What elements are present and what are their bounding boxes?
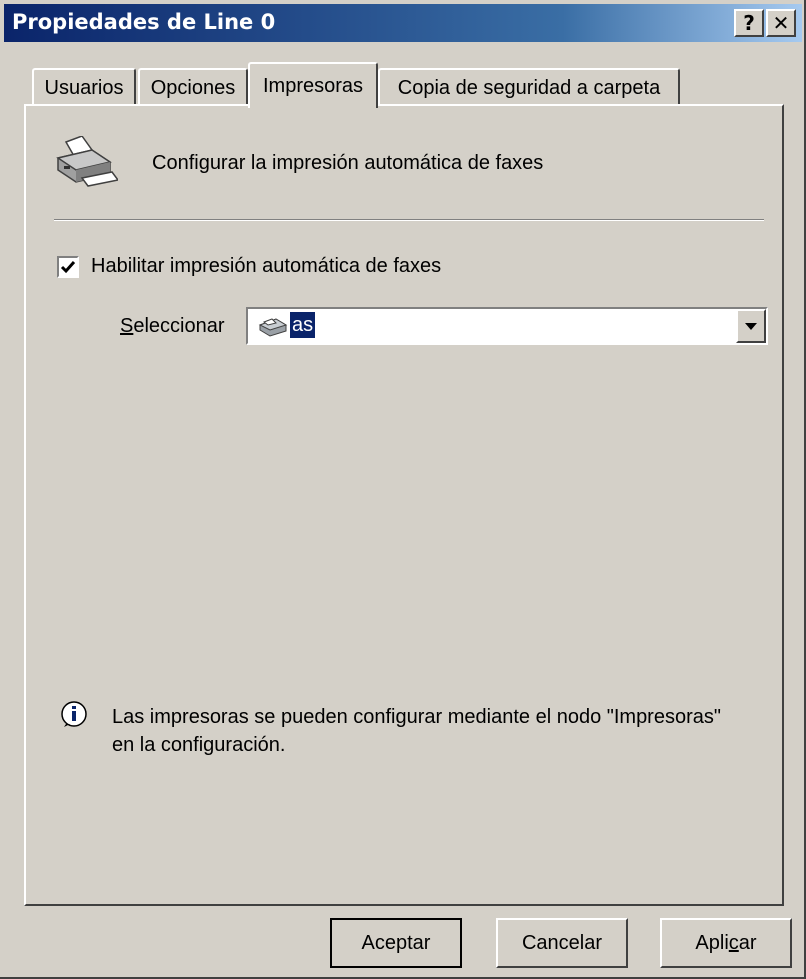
checkmark-icon [60, 261, 76, 274]
info-text-line-1: Las impresoras se pueden configurar medi… [112, 706, 721, 728]
printer-icon [56, 136, 118, 187]
title-bar[interactable]: Propiedades de Line 0 ? ✕ [4, 4, 802, 42]
chevron-down-icon [745, 323, 757, 330]
info-text-line-2: en la configuración. [112, 734, 286, 756]
apply-button[interactable]: Aplicar [660, 918, 792, 968]
help-button[interactable]: ? [734, 9, 764, 37]
selected-printer-value: as [288, 311, 317, 339]
printer-icon [258, 318, 288, 337]
tab-opciones[interactable]: Opciones [138, 68, 248, 106]
enable-auto-print-label[interactable]: Habilitar impresión automática de faxes [91, 255, 441, 278]
tab-copia-de-seguridad[interactable]: Copia de seguridad a carpeta [378, 68, 680, 106]
properties-dialog: Propiedades de Line 0 ? ✕ Usuarios Opcio… [0, 0, 806, 979]
header-divider [54, 219, 764, 221]
cancel-button[interactable]: Cancelar [496, 918, 628, 968]
apply-hotkey: c [728, 932, 739, 954]
select-label-rest: eleccionar [133, 315, 225, 337]
tab-impresoras[interactable]: Impresoras [248, 62, 378, 108]
info-icon [61, 701, 87, 727]
page-header-text: Configurar la impresión automática de fa… [152, 152, 544, 174]
dropdown-arrow-button[interactable] [736, 309, 766, 343]
apply-label-pre: Apli [695, 932, 729, 954]
hotkey-letter: S [120, 315, 134, 337]
tab-panel-impresoras [24, 104, 784, 906]
tab-usuarios[interactable]: Usuarios [32, 68, 136, 106]
printer-select[interactable]: as [246, 307, 768, 345]
apply-label-post: ar [738, 932, 757, 954]
close-button[interactable]: ✕ [766, 9, 796, 37]
select-printer-label: Seleccionar [120, 315, 225, 338]
window-title: Propiedades de Line 0 [12, 10, 276, 34]
enable-auto-print-checkbox[interactable] [57, 256, 79, 278]
ok-button[interactable]: Aceptar [330, 918, 462, 968]
